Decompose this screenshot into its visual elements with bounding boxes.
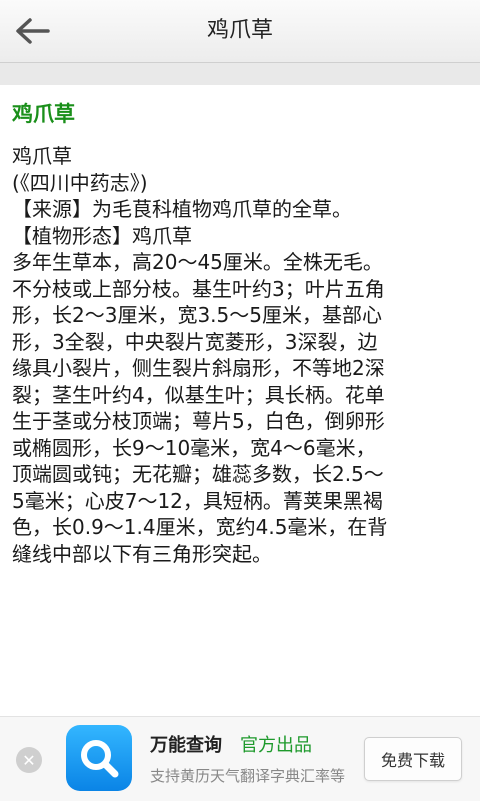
top-app-bar: 鸡爪草 bbox=[0, 0, 480, 63]
body-line: 5毫米；心皮7～12，具短柄。菁荚果黑褐 bbox=[12, 488, 383, 513]
search-magnifier-icon bbox=[81, 740, 119, 778]
body-line: 多年生草本，高20～45厘米。全株无毛。 bbox=[12, 250, 383, 274]
article-content: 鸡爪草 鸡爪草 (《四川中药志》) 【来源】为毛茛科植物鸡爪草的全草。 【植物形… bbox=[12, 88, 472, 567]
body-line: 顶端圆或钝；无花瓣；雄蕊多数，长2.5～ bbox=[12, 462, 384, 486]
body-line: 鸡爪草 bbox=[12, 144, 72, 168]
body-line: 生于茎或分枝顶端；萼片5，白色，倒卵形 bbox=[12, 409, 385, 433]
body-line: 不分枝或上部分枝。基生叶约3；叶片五角 bbox=[12, 276, 385, 301]
article-title: 鸡爪草 bbox=[12, 102, 75, 126]
ad-app-name: 万能查询 bbox=[150, 735, 222, 756]
close-icon: ✕ bbox=[22, 750, 36, 770]
ad-download-button[interactable]: 免费下载 bbox=[364, 737, 462, 781]
body-line: 色，长0.9～1.4厘米，宽约4.5毫米，在背 bbox=[12, 515, 388, 539]
body-line: 形，3全裂，中央裂片宽菱形，3深裂，边 bbox=[12, 329, 378, 354]
body-line: 缝线中部以下有三角形突起。 bbox=[12, 541, 272, 566]
body-line: 【植物形态】鸡爪草 bbox=[12, 223, 192, 248]
page-title: 鸡爪草 bbox=[206, 18, 273, 43]
back-button[interactable] bbox=[10, 12, 54, 50]
body-line: (《四川中药志》) bbox=[12, 170, 148, 195]
body-line: 或椭圆形，长9～10毫米，宽4～6毫米， bbox=[12, 435, 376, 460]
ad-close-button[interactable]: ✕ bbox=[16, 747, 42, 773]
body-line: 缘具小裂片，侧生裂片斜扇形，不等地2深 bbox=[12, 356, 385, 380]
body-line: 形，长2～3厘米，宽3.5～5厘米，基部心 bbox=[12, 303, 382, 327]
ad-description: 支持黄历天气翻译字典汇率等 bbox=[150, 767, 346, 785]
ad-official-tag: 官方出品 bbox=[240, 735, 312, 756]
body-line: 裂；茎生叶约4，似基生叶；具长柄。花单 bbox=[12, 382, 385, 407]
arrow-left-icon bbox=[16, 18, 50, 44]
ad-app-logo[interactable] bbox=[66, 725, 132, 791]
article-body: 鸡爪草 (《四川中药志》) 【来源】为毛茛科植物鸡爪草的全草。 【植物形态】鸡爪… bbox=[12, 143, 472, 567]
header-divider-strip bbox=[0, 63, 480, 85]
body-line: 【来源】为毛茛科植物鸡爪草的全草。 bbox=[12, 197, 352, 221]
